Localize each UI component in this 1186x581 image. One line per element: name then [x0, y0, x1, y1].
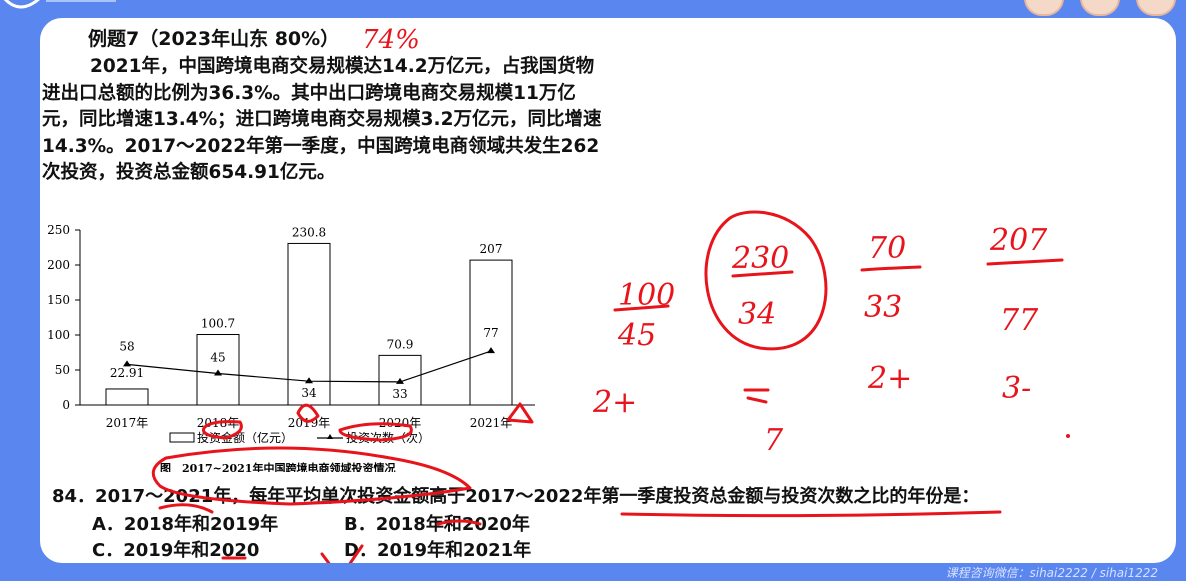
line-value-label: 45 [210, 351, 225, 365]
problem-title: 例题7（2023年山东 80%） [88, 28, 340, 50]
problem-paragraph: 2021年，中国跨境电商交易规模达14.2万亿元，占我国货物进出口总额的比例为3… [42, 56, 602, 183]
legend-bar-swatch [169, 432, 195, 443]
content-card: 例题7（2023年山东 80%） 2021年，中国跨境电商交易规模达14.2万亿… [40, 18, 1176, 563]
score-mark: 74% [362, 25, 420, 55]
y-tick-label: 150 [47, 293, 70, 307]
watermark: 课程咨询微信：sihai2222 / sihai1222 [945, 566, 1158, 580]
bar-value-label: 207 [480, 242, 503, 256]
line-value-label: 58 [119, 339, 134, 353]
fraction-4-num: 207 [989, 223, 1048, 258]
x-tick-label: 2019年 [288, 416, 331, 430]
y-tick-label: 50 [55, 363, 70, 377]
option-b[interactable]: B．2018年和2020年 [344, 510, 530, 536]
fraction-2-num: 230 [731, 241, 789, 276]
x-tick-label: 2018年 [197, 416, 240, 430]
avatar-icon[interactable] [1080, 0, 1120, 16]
line-value-label: 34 [301, 386, 317, 400]
fraction-1-den: 45 [617, 318, 656, 353]
line-point [123, 360, 131, 367]
legend-amount: 投资金额（亿元） [197, 430, 293, 445]
option-c[interactable]: C．2019年和2020 [92, 536, 259, 562]
line-value-label: 77 [483, 326, 498, 340]
fraction-4-den: 77 [1000, 303, 1039, 338]
x-tick-label: 2020年 [379, 416, 422, 430]
y-tick-label: 200 [47, 258, 70, 272]
avatar-icon[interactable] [1024, 0, 1064, 16]
x-tick-label: 2021年 [470, 416, 513, 430]
toolbar-icons [1024, 0, 1176, 16]
fraction-3-num: 70 [868, 231, 906, 266]
x-tick-label: 2017年 [106, 416, 149, 430]
fraction-2-den: 34 [738, 297, 776, 332]
bar-value-label: 22.91 [110, 366, 144, 380]
bar-value-label: 230.8 [292, 225, 326, 239]
question-text: 84．2017～2021年，每年平均单次投资金额高于2017～2022年第一季度… [52, 486, 980, 507]
fraction-4-note: 3- [1002, 371, 1031, 406]
y-tick-label: 100 [47, 328, 70, 342]
fraction-1-note: 2+ [592, 385, 637, 420]
option-d[interactable]: D．2019年和2021年 [344, 536, 531, 562]
fraction-3-note: 2+ [867, 361, 912, 396]
fraction-2-note: 7 [764, 423, 784, 458]
fraction-1-num: 100 [618, 278, 675, 313]
investment-chart: 0 50 100 150 200 250 22.91 100.7 230.8 70.9 207 5… [47, 223, 535, 472]
bar [105, 388, 149, 406]
triangle-marker-icon [327, 434, 333, 439]
bar-value-label: 70.9 [387, 337, 414, 351]
legend-count: 投资次数（次） [346, 430, 430, 445]
option-a[interactable]: A．2018年和2019年 [92, 510, 278, 536]
avatar-icon[interactable] [1136, 0, 1176, 16]
y-tick-label: 250 [47, 223, 70, 237]
y-tick-label: 0 [62, 398, 70, 412]
bar-value-label: 100.7 [201, 317, 235, 331]
line-value-label: 33 [392, 387, 407, 401]
brand-logo [3, 0, 116, 9]
fraction-3-den: 33 [864, 290, 902, 325]
chart-caption: 图 2017~2021年中国跨境电商领域投资情况 [160, 461, 395, 472]
